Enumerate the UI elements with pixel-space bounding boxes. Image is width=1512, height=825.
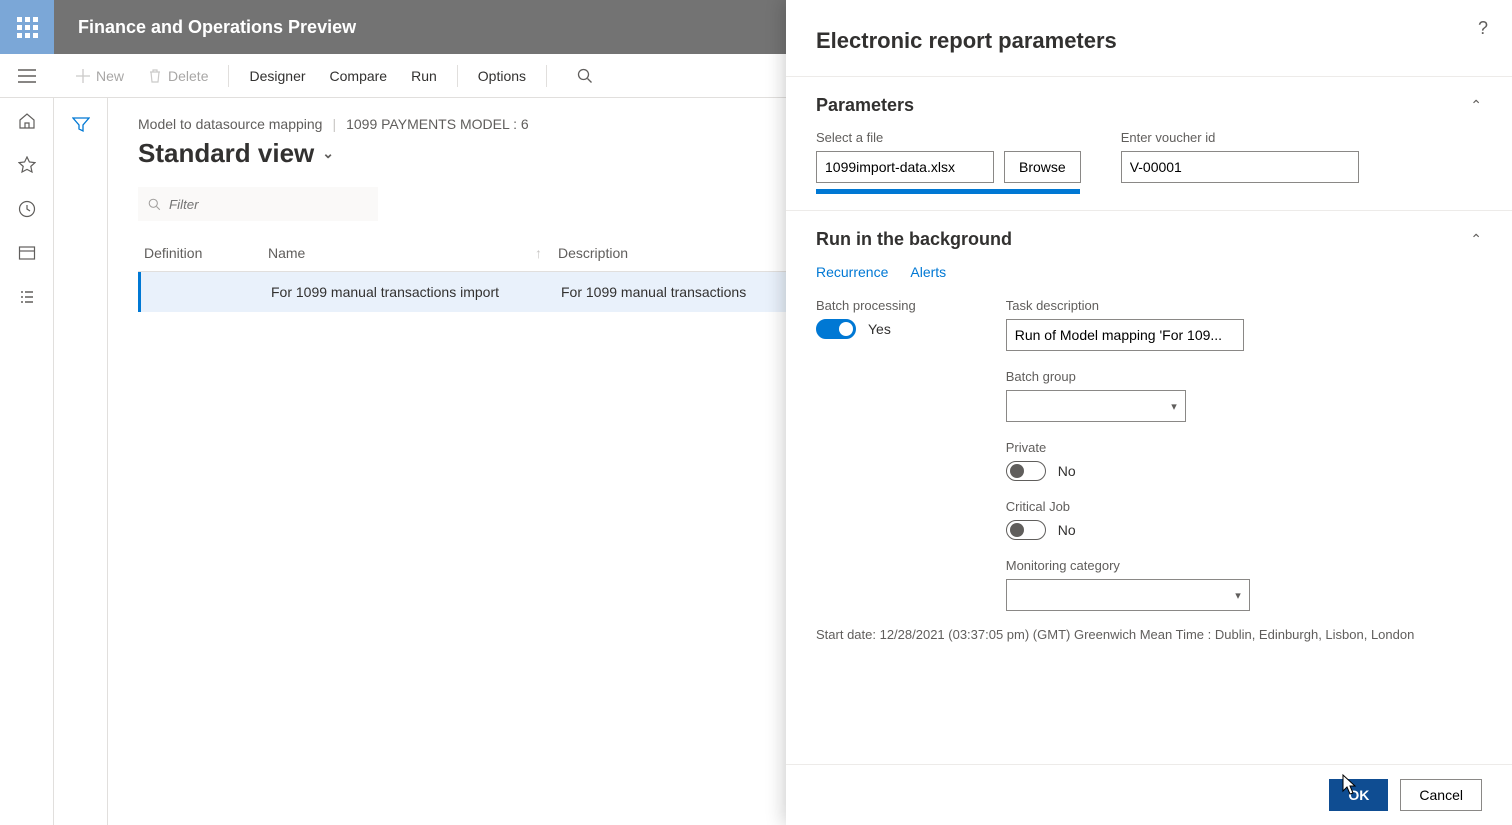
search-icon	[577, 68, 593, 84]
section-parameters: Parameters ⌃ Select a file Browse Enter …	[786, 76, 1512, 200]
trash-icon	[148, 69, 162, 83]
voucher-field: Enter voucher id	[1121, 130, 1359, 194]
breadcrumb-part1: Model to datasource mapping	[138, 116, 322, 132]
section-background-header[interactable]: Run in the background ⌃	[816, 229, 1482, 250]
chevron-up-icon: ⌃	[1470, 97, 1482, 114]
background-tabs: Recurrence Alerts	[816, 264, 1482, 280]
upload-progress	[816, 189, 1080, 194]
nav-recent[interactable]	[18, 200, 36, 218]
nav-sidebar	[0, 98, 54, 825]
home-icon	[18, 112, 36, 130]
nav-collapse-button[interactable]	[0, 69, 54, 83]
waffle-icon	[17, 17, 38, 38]
batch-group-select[interactable]: ▾	[1006, 390, 1186, 422]
compare-button[interactable]: Compare	[320, 62, 398, 90]
chevron-down-icon: ▾	[1171, 400, 1177, 413]
section-background: Run in the background ⌃ Recurrence Alert…	[786, 210, 1512, 617]
grid-filter[interactable]	[138, 187, 378, 221]
monitoring-field: Monitoring category ▾	[1006, 558, 1250, 611]
clock-icon	[18, 200, 36, 218]
run-button[interactable]: Run	[401, 62, 447, 90]
filter-input[interactable]	[169, 197, 368, 212]
col-header-name[interactable]: Name ↑	[268, 245, 558, 261]
designer-button[interactable]: Designer	[239, 62, 315, 90]
help-button[interactable]: ?	[1478, 18, 1488, 39]
workspace-icon	[18, 244, 36, 262]
batch-processing-toggle[interactable]	[816, 319, 856, 339]
filter-column	[54, 98, 108, 825]
nav-home[interactable]	[18, 112, 36, 130]
app-launcher[interactable]	[0, 0, 54, 54]
chevron-up-icon: ⌃	[1470, 231, 1482, 248]
batch-processing-field: Batch processing Yes	[816, 298, 916, 339]
plus-icon	[76, 69, 90, 83]
section-parameters-header[interactable]: Parameters ⌃	[816, 95, 1482, 116]
browse-button[interactable]: Browse	[1004, 151, 1081, 183]
dialog-panel: ? Electronic report parameters Parameter…	[786, 0, 1512, 825]
ok-button[interactable]: OK	[1329, 779, 1388, 811]
sort-asc-icon: ↑	[535, 245, 542, 261]
breadcrumb-part2: 1099 PAYMENTS MODEL : 6	[346, 116, 529, 132]
chevron-down-icon: ⌄	[322, 145, 334, 162]
task-description-input[interactable]	[1006, 319, 1244, 351]
nav-modules[interactable]	[18, 288, 36, 306]
dialog-footer: OK Cancel	[786, 764, 1512, 825]
delete-button: Delete	[138, 62, 218, 90]
chevron-down-icon: ▾	[1235, 589, 1241, 602]
task-description-field: Task description	[1006, 298, 1250, 351]
critical-field: Critical Job No	[1006, 499, 1250, 540]
funnel-icon	[72, 116, 90, 134]
private-field: Private No	[1006, 440, 1250, 481]
new-button: New	[66, 62, 134, 90]
start-date-note: Start date: 12/28/2021 (03:37:05 pm) (GM…	[786, 617, 1512, 652]
star-icon	[18, 156, 36, 174]
search-icon	[148, 198, 161, 211]
voucher-input[interactable]	[1121, 151, 1359, 183]
dialog-title: Electronic report parameters	[786, 0, 1512, 76]
tab-recurrence[interactable]: Recurrence	[816, 264, 888, 280]
col-header-definition[interactable]: Definition	[138, 245, 268, 261]
app-title: Finance and Operations Preview	[54, 17, 356, 38]
toolbar-search[interactable]	[577, 68, 593, 84]
critical-toggle[interactable]	[1006, 520, 1046, 540]
monitoring-select[interactable]: ▾	[1006, 579, 1250, 611]
cancel-button[interactable]: Cancel	[1400, 779, 1482, 811]
options-button[interactable]: Options	[468, 62, 536, 90]
private-toggle[interactable]	[1006, 461, 1046, 481]
list-icon	[18, 288, 36, 306]
nav-favorites[interactable]	[18, 156, 36, 174]
nav-workspaces[interactable]	[18, 244, 36, 262]
filter-pane-toggle[interactable]	[72, 116, 90, 825]
select-file-input[interactable]	[816, 151, 994, 183]
select-file-field: Select a file Browse	[816, 130, 1081, 194]
tab-alerts[interactable]: Alerts	[910, 264, 946, 280]
batch-group-field: Batch group ▾	[1006, 369, 1250, 422]
